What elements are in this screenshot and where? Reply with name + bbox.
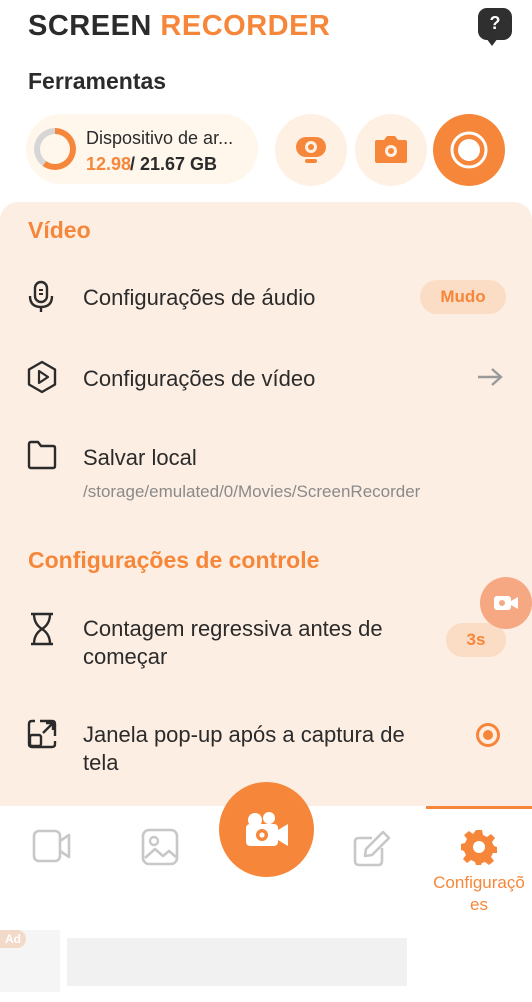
- microphone-icon: [28, 280, 54, 312]
- popup-window-icon: [27, 719, 57, 749]
- webcam-button[interactable]: [275, 114, 347, 186]
- camera-icon: [375, 136, 407, 163]
- nav-gallery[interactable]: [141, 828, 179, 871]
- edit-icon: [353, 830, 391, 867]
- popup-radio-button[interactable]: [476, 723, 500, 747]
- control-section-title: Configurações de controle: [28, 547, 320, 573]
- nav-settings[interactable]: [460, 828, 498, 871]
- tools-title: Ferramentas: [28, 68, 167, 94]
- app-title-screen: SCREEN: [28, 10, 152, 42]
- popup-label-line2: tela: [83, 750, 119, 775]
- floating-record-bubble[interactable]: [480, 577, 532, 629]
- countdown-label-line2: começar: [83, 644, 168, 669]
- storage-total: / 21.67 GB: [130, 154, 218, 174]
- storage-used: 12.98: [86, 154, 132, 174]
- video-section-title: Vídeo: [28, 217, 91, 243]
- record-icon: [450, 131, 488, 169]
- nav-videos[interactable]: [32, 828, 72, 869]
- help-button[interactable]: ?: [478, 8, 512, 46]
- app-title-recorder: RECORDER: [160, 10, 331, 42]
- webcam-icon: [296, 137, 326, 163]
- nav-settings-label-line1: Configuraçõ: [433, 873, 525, 892]
- save-location-path: /storage/emulated/0/Movies/ScreenRecorde…: [83, 482, 421, 501]
- storage-card[interactable]: Dispositivo de ar... 12.98 / 21.67 GB: [26, 114, 258, 184]
- nav-settings-label: Configuraçõ es: [426, 872, 532, 916]
- record-button[interactable]: [433, 114, 505, 186]
- play-hexagon-icon: [27, 360, 57, 394]
- gallery-icon: [141, 828, 179, 866]
- countdown-label-line1: Contagem regressiva antes de: [83, 616, 383, 641]
- nav-active-indicator: [426, 806, 532, 809]
- storage-label: Dispositivo de ar...: [86, 128, 234, 148]
- video-camera-icon: [494, 596, 518, 610]
- save-location-label: Salvar local: [83, 445, 197, 470]
- hourglass-icon: [31, 612, 53, 646]
- video-settings-label: Configurações de vídeo: [83, 366, 316, 391]
- ad-banner-placeholder[interactable]: [67, 938, 407, 986]
- countdown-value-badge[interactable]: 3s: [446, 623, 506, 657]
- arrow-right-icon: [478, 368, 503, 386]
- record-camera-icon: [245, 811, 288, 846]
- audio-mode-badge[interactable]: Mudo: [420, 280, 506, 314]
- popup-label-line1: Janela pop-up após a captura de: [83, 722, 405, 747]
- video-icon: [32, 829, 71, 863]
- screenshot-button[interactable]: [355, 114, 427, 186]
- nav-edit[interactable]: [352, 828, 392, 873]
- audio-settings-label: Configurações de áudio: [83, 285, 316, 310]
- ad-badge: Ad: [0, 930, 26, 948]
- record-fab[interactable]: [219, 782, 314, 877]
- storage-ring-icon: [34, 128, 76, 170]
- settings-icon: [461, 830, 497, 865]
- app-title: SCREEN RECORDER: [28, 10, 330, 43]
- nav-settings-label-line2: es: [470, 895, 488, 914]
- folder-icon: [27, 440, 57, 470]
